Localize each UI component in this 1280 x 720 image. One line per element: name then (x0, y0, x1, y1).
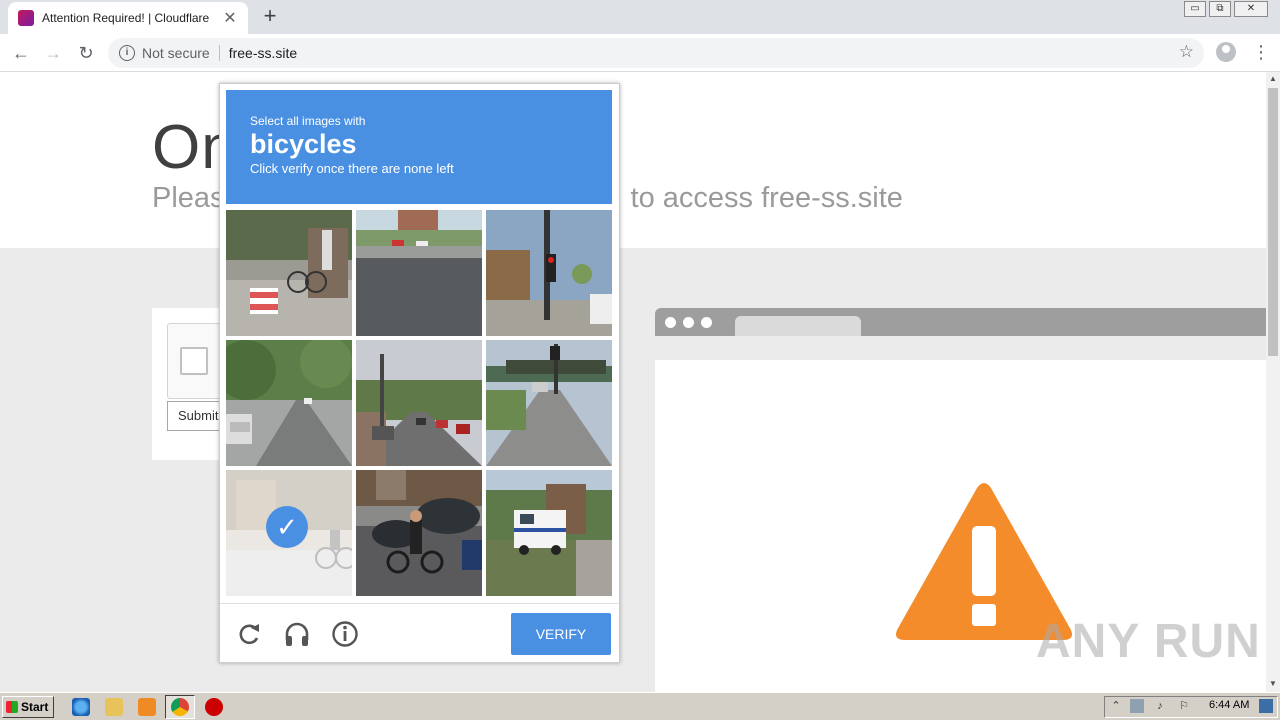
start-button[interactable]: Start (2, 696, 54, 718)
star-icon[interactable]: ☆ (1179, 42, 1194, 62)
captcha-tile-2[interactable] (356, 210, 482, 336)
tab-title: Attention Required! | Cloudflare (42, 11, 210, 25)
captcha-tile-5[interactable] (356, 340, 482, 466)
new-tab-button[interactable]: + (258, 5, 282, 27)
captcha-tile-3[interactable] (486, 210, 612, 336)
scrollbar-thumb[interactable] (1268, 88, 1278, 356)
close-window-button[interactable]: ✕ (1234, 1, 1268, 17)
scroll-up-arrow-icon[interactable]: ▲ (1266, 72, 1280, 86)
show-desktop-icon[interactable] (1259, 699, 1273, 713)
submit-button[interactable]: Submit (167, 401, 227, 431)
illustration-tab (735, 316, 861, 336)
verify-button[interactable]: VERIFY (511, 613, 611, 655)
start-label: Start (21, 700, 49, 714)
address-bar[interactable]: i Not secure free-ss.site ☆ (108, 38, 1204, 68)
browser-tab[interactable]: Attention Required! | Cloudflare ✕ (8, 2, 248, 34)
captcha-tile-1[interactable] (226, 210, 352, 336)
captcha-hint: Click verify once there are none left (250, 161, 454, 176)
omnibox-separator (218, 45, 220, 61)
captcha-tile-8[interactable] (356, 470, 482, 596)
captcha-tile-4[interactable] (226, 340, 352, 466)
menu-kebab-icon[interactable]: ⋮ (1252, 41, 1270, 63)
subline-start: Pleas (152, 182, 225, 214)
captcha-target: bicycles (250, 129, 357, 159)
recaptcha-checkbox[interactable] (180, 347, 208, 375)
selected-check-icon: ✓ (266, 506, 308, 548)
volume-icon[interactable]: ♪ (1153, 699, 1167, 713)
warning-app-icon[interactable] (205, 698, 223, 716)
help-icon[interactable] (331, 620, 359, 648)
tab-close-icon[interactable]: ✕ (222, 8, 238, 28)
url-text[interactable]: free-ss.site (229, 45, 297, 61)
forward-arrow-icon[interactable]: → (42, 42, 64, 64)
captcha-header: Select all images with bicycles Click ve… (226, 90, 612, 204)
action-center-flag-icon[interactable]: ⚐ (1177, 699, 1191, 713)
minimize-button[interactable]: ▭ (1184, 1, 1206, 17)
media-player-icon[interactable] (138, 698, 156, 716)
illustration-dot (701, 317, 712, 328)
subline-end: to access free-ss.site (630, 182, 903, 214)
folder-icon[interactable] (105, 698, 123, 716)
reload-page-icon[interactable]: ↻ (75, 42, 97, 64)
security-label: Not secure (142, 45, 210, 61)
page-viewport: On Pleas to access free-ss.site Submit AN… (0, 72, 1266, 692)
windows-taskbar: Start (0, 692, 1280, 720)
network-icon[interactable] (1130, 699, 1144, 713)
illustration-dot (665, 317, 676, 328)
audio-icon[interactable] (283, 620, 311, 648)
taskbar-clock: 6:44 AM (1209, 699, 1250, 711)
anyrun-watermark: ANY RUN (1036, 615, 1261, 668)
captcha-tile-9[interactable] (486, 470, 612, 596)
tray-expand-icon[interactable]: ⌃ (1109, 699, 1123, 713)
browser-toolbar: ← → ↻ i Not secure free-ss.site ☆ (0, 34, 1280, 72)
captcha-instruction: Select all images with (250, 114, 366, 128)
illustration-dot (683, 317, 694, 328)
scroll-down-arrow-icon[interactable]: ▼ (1266, 677, 1280, 691)
chrome-icon[interactable] (171, 698, 189, 716)
back-arrow-icon[interactable]: ← (10, 42, 32, 64)
cloudflare-favicon-icon (18, 10, 34, 26)
ie-icon[interactable] (72, 698, 90, 716)
windows-logo-icon (6, 701, 18, 713)
captcha-footer-divider (220, 603, 619, 604)
info-icon[interactable]: i (119, 45, 135, 61)
restore-button[interactable]: ⧉ (1209, 1, 1231, 17)
reload-icon[interactable] (235, 620, 263, 648)
profile-avatar-icon[interactable] (1216, 42, 1236, 62)
tab-strip: Attention Required! | Cloudflare ✕ + ▭ ⧉… (0, 0, 1280, 34)
captcha-tile-6[interactable] (486, 340, 612, 466)
